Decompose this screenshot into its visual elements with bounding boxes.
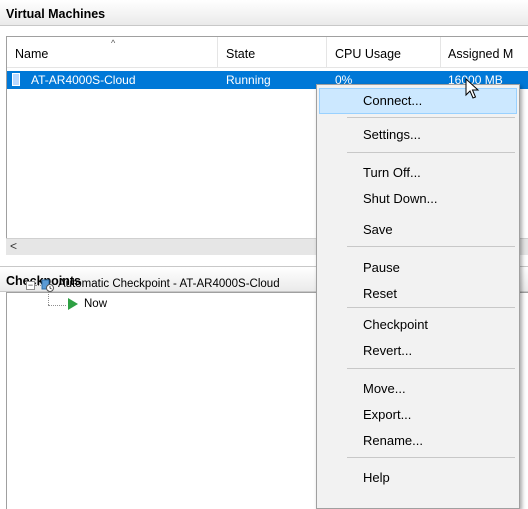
column-state[interactable]: State bbox=[226, 47, 255, 61]
column-divider[interactable] bbox=[440, 37, 441, 67]
menu-separator bbox=[347, 307, 515, 308]
mouse-pointer-icon bbox=[465, 78, 480, 99]
menu-item-help[interactable]: Help bbox=[319, 465, 517, 491]
tree-connector bbox=[48, 305, 66, 306]
column-headers: ^ Name State CPU Usage Assigned M bbox=[7, 37, 528, 68]
vm-panel-header: Virtual Machines bbox=[0, 0, 528, 26]
context-menu: Connect... Settings... Turn Off... Shut … bbox=[316, 84, 520, 509]
now-play-icon bbox=[68, 298, 78, 310]
menu-item-checkpoint[interactable]: Checkpoint bbox=[319, 312, 517, 338]
menu-item-move[interactable]: Move... bbox=[319, 376, 517, 402]
menu-item-settings[interactable]: Settings... bbox=[319, 122, 517, 148]
vm-name: AT-AR4000S-Cloud bbox=[31, 73, 136, 87]
collapse-toggle-icon[interactable]: − bbox=[26, 281, 35, 290]
menu-item-turn-off[interactable]: Turn Off... bbox=[319, 160, 517, 186]
vm-panel-title: Virtual Machines bbox=[6, 7, 106, 21]
menu-item-reset[interactable]: Reset bbox=[319, 281, 517, 307]
now-item[interactable]: Now bbox=[84, 298, 107, 310]
menu-item-pause[interactable]: Pause bbox=[319, 255, 517, 281]
virtual-machine-icon bbox=[12, 73, 20, 86]
checkpoint-item[interactable]: Automatic Checkpoint - AT-AR4000S-Cloud bbox=[58, 278, 280, 290]
menu-item-revert[interactable]: Revert... bbox=[319, 338, 517, 364]
column-divider[interactable] bbox=[217, 37, 218, 67]
column-cpu-usage[interactable]: CPU Usage bbox=[335, 47, 401, 61]
menu-item-export[interactable]: Export... bbox=[319, 402, 517, 428]
menu-separator bbox=[347, 368, 515, 369]
column-name[interactable]: Name bbox=[15, 47, 48, 61]
column-assigned-memory[interactable]: Assigned M bbox=[448, 47, 513, 61]
menu-separator bbox=[347, 246, 515, 247]
menu-separator bbox=[347, 152, 515, 153]
vm-state: Running bbox=[226, 73, 271, 87]
column-divider[interactable] bbox=[326, 37, 327, 67]
menu-separator bbox=[347, 117, 515, 118]
menu-item-save[interactable]: Save bbox=[319, 217, 517, 243]
scroll-left-icon[interactable]: < bbox=[10, 239, 17, 253]
menu-item-rename[interactable]: Rename... bbox=[319, 428, 517, 454]
menu-separator bbox=[347, 457, 515, 458]
sort-ascending-icon: ^ bbox=[111, 38, 116, 48]
menu-item-shut-down[interactable]: Shut Down... bbox=[319, 186, 517, 212]
tree-connector bbox=[48, 290, 49, 305]
menu-item-connect[interactable]: Connect... bbox=[319, 88, 517, 114]
